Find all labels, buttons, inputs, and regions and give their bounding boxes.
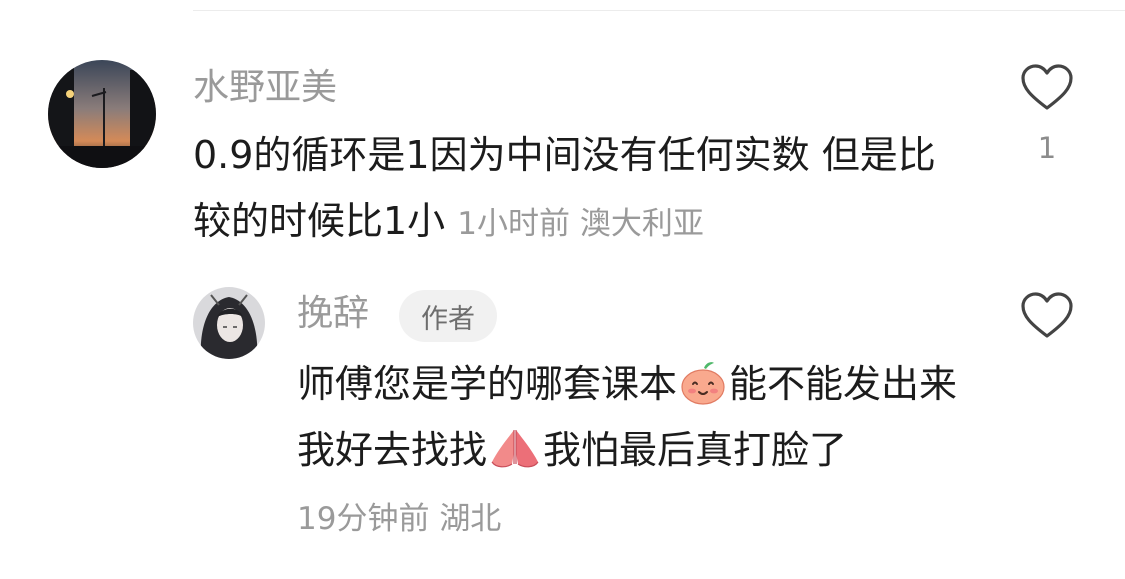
username[interactable]: 水野亚美 [193, 70, 337, 106]
reply-body-part3: 我怕最后真打脸了 [543, 428, 848, 472]
anime-girl-avatar-icon [193, 287, 265, 359]
reply-avatar[interactable] [193, 287, 265, 359]
comment-time: 1小时前 [457, 206, 571, 242]
heart-outline-icon[interactable] [1020, 64, 1074, 112]
comment-location: 澳大利亚 [579, 206, 704, 242]
reply-like-button[interactable] [1016, 292, 1078, 340]
comment-meta: 1小时前 澳大利亚 [457, 206, 704, 242]
reply-meta: 19分钟前 湖北 [297, 501, 501, 537]
reply-body-part1: 师傅您是学的哪套课本 [297, 362, 678, 406]
reply-text: 师傅您是学的哪套课本 能不能发出来我好去找找 我怕最后真打脸了 19分钟前 湖北 [297, 351, 977, 552]
top-divider [193, 10, 1125, 11]
sunset-street-avatar-icon [48, 60, 156, 168]
heart-outline-icon[interactable] [1020, 292, 1074, 340]
pray-hands-emoji-icon [491, 430, 539, 468]
author-badge: 作者 [399, 290, 497, 342]
avatar[interactable] [48, 60, 156, 168]
like-count: 1 [1037, 131, 1057, 165]
reply-username[interactable]: 挽辞 [297, 296, 369, 332]
next-comment-hint [293, 570, 533, 579]
reply-time: 19分钟前 [297, 501, 430, 537]
like-button[interactable]: 1 [1016, 64, 1078, 163]
comment-text: 0.9的循环是1因为中间没有任何实数 但是比较的时候比1小 1小时前 澳大利亚 [193, 122, 973, 257]
peach-smile-emoji-icon [681, 362, 725, 405]
reply-location: 湖北 [439, 501, 502, 537]
